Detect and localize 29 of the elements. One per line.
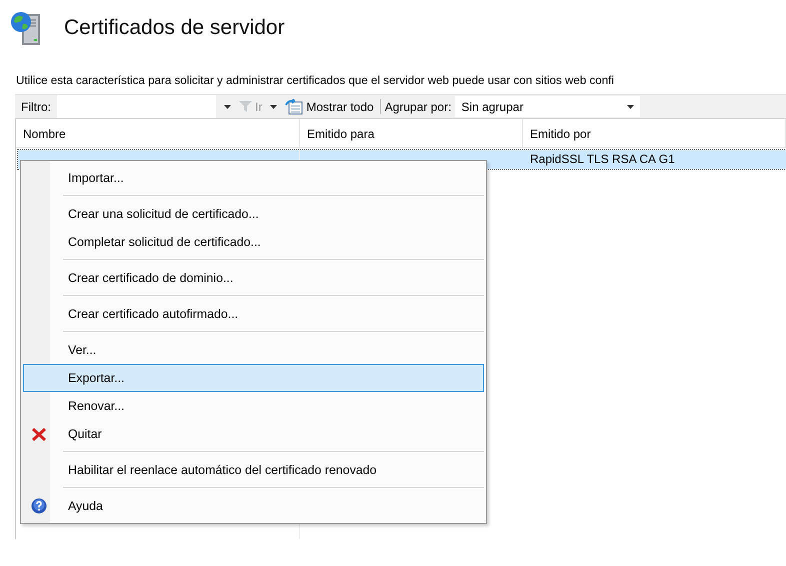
dropdown-caret-icon[interactable]: [270, 104, 278, 108]
list-refresh-icon: [285, 98, 304, 114]
menu-item[interactable]: Crear certificado de dominio...: [23, 264, 484, 292]
column-header[interactable]: Emitido por: [523, 119, 786, 147]
menu-item[interactable]: Completar solicitud de certificado...: [23, 228, 484, 256]
menu-item[interactable]: Ayuda: [23, 492, 484, 520]
group-by-dropdown[interactable]: Sin agrupar: [455, 96, 640, 117]
column-header[interactable]: Emitido para: [300, 119, 523, 147]
caret-icon: [627, 104, 634, 108]
filter-icon: [239, 100, 252, 113]
menu-item[interactable]: Exportar...: [23, 364, 484, 392]
menu-item[interactable]: Renovar...: [23, 392, 484, 420]
dropdown-caret-icon[interactable]: [224, 104, 231, 108]
close-icon: [32, 428, 46, 440]
menu-item[interactable]: Ver...: [23, 336, 484, 364]
description-text: Utilice esta característica para solicitar y administrar certificados que el servidor web puede usar con sitios web confi: [16, 74, 615, 89]
help-icon: [30, 498, 46, 514]
page-title: Certificados de servidor: [64, 16, 285, 40]
show-all-button[interactable]: Mostrar todo: [283, 98, 376, 114]
menu-item[interactable]: Habilitar el reenlace automático del certificado renovado: [23, 456, 484, 484]
menu-item[interactable]: Crear certificado autofirmado...: [23, 300, 484, 328]
table-cell-text: RapidSSL TLS RSA CA G1: [529, 151, 676, 168]
filter-field[interactable]: [57, 95, 216, 118]
filter-label: Filtro:: [20, 100, 52, 114]
globe-server-icon: [10, 10, 42, 46]
menu-item[interactable]: Quitar: [23, 420, 484, 448]
menu-item[interactable]: Crear una solicitud de certificado...: [23, 200, 484, 228]
column-header[interactable]: Nombre: [16, 119, 300, 147]
group-by-label: Agrupar por:: [384, 100, 452, 114]
